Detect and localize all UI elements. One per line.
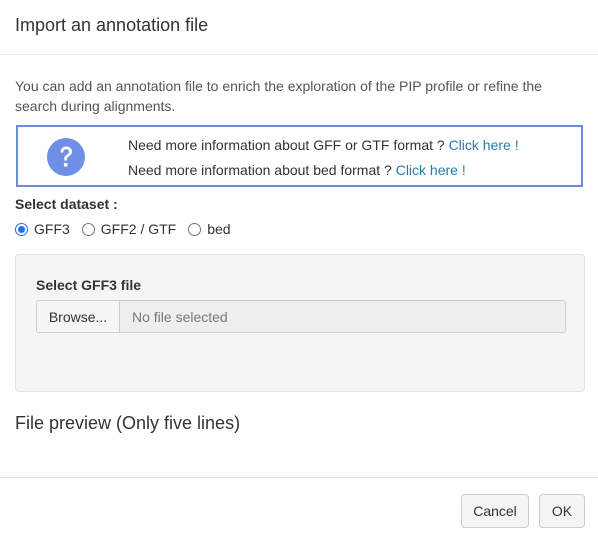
file-input-group[interactable]: Browse... No file selected (36, 300, 566, 333)
info-bed-text: Need more information about bed format ? (128, 162, 392, 178)
ok-button[interactable]: OK (539, 494, 585, 528)
radio-gff2-gtf[interactable] (81, 222, 95, 236)
browse-button[interactable]: Browse... (36, 300, 120, 333)
info-box: Need more information about GFF or GTF f… (16, 125, 583, 187)
file-select-panel: Select GFF3 file Browse... No file selec… (15, 254, 585, 392)
cancel-button[interactable]: Cancel (461, 494, 529, 528)
dataset-radio-group: GFF3 GFF2 / GTF bed (15, 221, 243, 237)
info-line-bed: Need more information about bed format ?… (128, 162, 466, 178)
info-gff-text: Need more information about GFF or GTF f… (128, 137, 445, 153)
import-annotation-dialog: Import an annotation file You can add an… (0, 0, 598, 541)
radio-gff3-label: GFF3 (34, 221, 70, 237)
dialog-header: Import an annotation file (0, 0, 598, 55)
question-circle-icon (47, 138, 85, 176)
file-name-display[interactable]: No file selected (120, 300, 566, 333)
radio-option-bed[interactable]: bed (188, 221, 231, 237)
radio-gff3[interactable] (15, 222, 28, 236)
info-line-gff: Need more information about GFF or GTF f… (128, 137, 519, 153)
dataset-label: Select dataset : (15, 196, 118, 212)
dialog-description: You can add an annotation file to enrich… (15, 78, 542, 114)
file-preview-title: File preview (Only five lines) (15, 413, 241, 433)
radio-bed-label: bed (207, 221, 231, 237)
bed-help-link[interactable]: Click here ! (396, 162, 466, 178)
radio-option-gff3[interactable]: GFF3 (15, 221, 70, 237)
file-select-label: Select GFF3 file (36, 277, 142, 293)
radio-bed[interactable] (188, 222, 202, 236)
dialog-title: Import an annotation file (15, 15, 209, 35)
radio-gff2-gtf-label: GFF2 / GTF (100, 221, 177, 237)
dialog-footer: Cancel OK (0, 477, 598, 541)
gff-help-link[interactable]: Click here ! (449, 137, 519, 153)
radio-option-gff2-gtf[interactable]: GFF2 / GTF (81, 221, 177, 237)
